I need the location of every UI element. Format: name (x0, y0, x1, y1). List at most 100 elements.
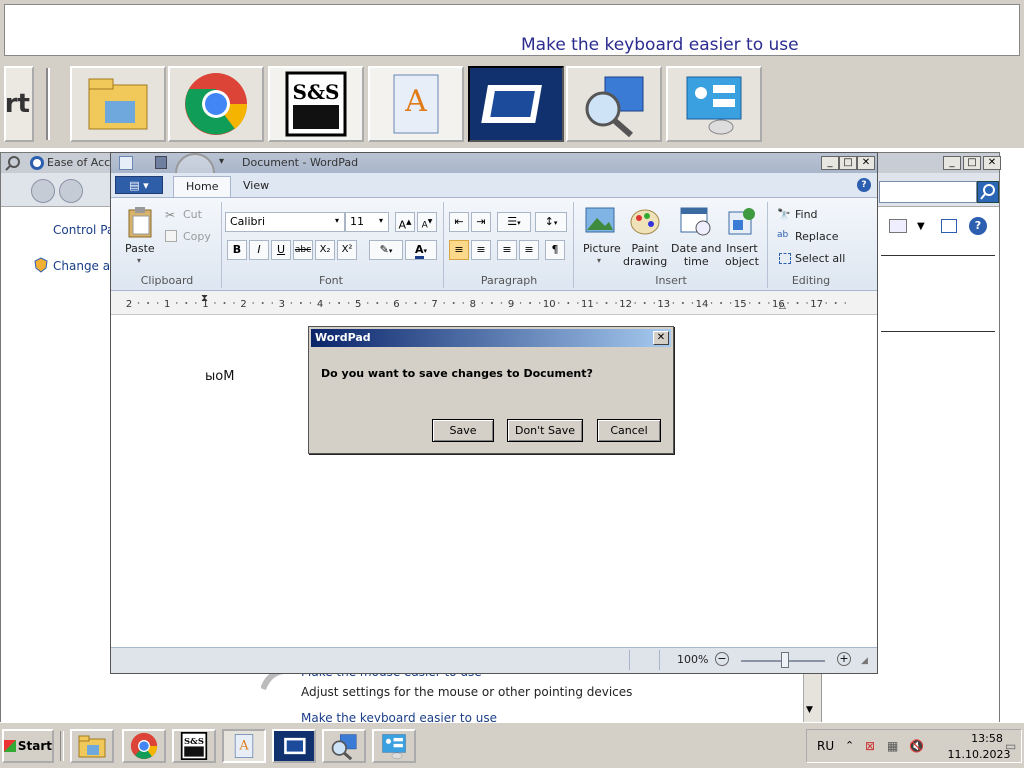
cp-maximize-button[interactable]: □ (963, 156, 981, 170)
ruler-tick (758, 302, 761, 304)
volume-muted-icon[interactable]: 🔇 (909, 739, 924, 753)
help-icon[interactable]: ? (969, 217, 987, 235)
align-center-button[interactable]: ≡ (471, 240, 491, 260)
magnified-start-button: rt (4, 66, 34, 142)
forward-button[interactable] (59, 179, 83, 203)
ruler-tick (309, 302, 312, 304)
highlight-color-button[interactable]: ✎▾ (369, 240, 403, 260)
save-button[interactable]: Save (432, 419, 494, 442)
ruler-tick (681, 302, 684, 304)
text-color-button[interactable]: A▾ (405, 240, 437, 260)
copy-button[interactable]: Copy (183, 230, 211, 243)
select-all-button[interactable]: Select all (795, 252, 845, 265)
date-time-icon[interactable] (679, 206, 711, 236)
show-hidden-icons-icon[interactable]: ⌃ (845, 739, 854, 752)
cp-close-button[interactable]: ✕ (983, 156, 1001, 170)
dont-save-button[interactable]: Don't Save (507, 419, 583, 442)
magnifier-text-area: Make the keyboard easier to use (4, 4, 1020, 56)
file-menu-button[interactable]: ▤ ▾ (115, 176, 163, 194)
zoom-slider-thumb[interactable] (781, 652, 789, 668)
wp-close-button[interactable]: ✕ (857, 156, 875, 170)
cut-button[interactable]: Cut (183, 208, 202, 221)
cp-search-button[interactable] (977, 181, 999, 203)
taskbar-remote-desktop[interactable] (272, 729, 316, 763)
underline-button[interactable]: U (271, 240, 291, 260)
right-indent-marker-icon[interactable]: △ (779, 301, 786, 311)
zoom-in-button[interactable]: + (837, 652, 851, 666)
taskbar-control-panel[interactable] (372, 729, 416, 763)
zoom-out-button[interactable]: − (715, 652, 729, 666)
paste-icon[interactable] (127, 206, 153, 238)
indent-marker-icon[interactable]: ⧗ (201, 293, 208, 304)
network-icon[interactable]: ▦ (887, 739, 898, 753)
ruler-tick (233, 302, 235, 304)
network-warning-icon[interactable]: ⊠ (865, 739, 875, 753)
taskbar-magnifier[interactable] (322, 729, 366, 763)
picture-dropdown-icon[interactable]: ▾ (597, 256, 601, 265)
strikethrough-button[interactable]: abc (293, 240, 313, 260)
find-button[interactable]: Find (795, 208, 818, 221)
ruler[interactable]: 2 1 1 2 3 4 5 6 7 8 9 10 11 12 13 14 15 16 17 ⧗ △ (111, 291, 877, 315)
cp-scrollbar[interactable]: ▼ (803, 671, 821, 723)
resize-grip-icon[interactable]: ◢ (861, 656, 868, 666)
picture-icon[interactable] (585, 206, 615, 234)
paragraph-settings-button[interactable]: ¶ (545, 240, 565, 260)
date-time-button[interactable]: Date and time (671, 242, 721, 268)
back-button[interactable] (31, 179, 55, 203)
insert-object-button[interactable]: Insert object (725, 242, 759, 268)
grow-font-button[interactable]: A▲ (395, 212, 415, 232)
replace-button[interactable]: Replace (795, 230, 839, 243)
align-right-button[interactable]: ≡ (497, 240, 517, 260)
font-size-dropdown-icon[interactable]: ▾ (379, 216, 383, 225)
align-left-button[interactable]: ≡ (449, 240, 469, 260)
language-indicator[interactable]: RU (817, 739, 834, 753)
taskbar-chrome[interactable] (122, 729, 166, 763)
ruler-tick (299, 302, 302, 304)
show-desktop-icon[interactable]: ▭ (1005, 739, 1016, 753)
wp-minimize-button[interactable]: _ (821, 156, 839, 170)
ruler-scale: 2 1 1 2 3 4 5 6 7 8 9 10 11 12 13 14 15 16 17 (126, 299, 846, 310)
view-dropdown-icon[interactable]: ▼ (917, 221, 925, 232)
paste-button[interactable]: Paste (125, 242, 155, 255)
taskbar-explorer[interactable] (70, 729, 114, 763)
insert-object-icon[interactable] (727, 206, 757, 236)
save-icon[interactable] (155, 156, 167, 169)
start-button[interactable]: Start (2, 729, 54, 763)
dialog-close-button[interactable]: ✕ (653, 331, 669, 345)
italic-button[interactable]: I (249, 240, 269, 260)
subscript-button[interactable]: X₂ (315, 240, 335, 260)
scroll-down-icon[interactable]: ▼ (806, 705, 813, 715)
tab-view[interactable]: View (231, 176, 281, 197)
quick-access-dropdown-icon[interactable]: ▾ (219, 156, 224, 167)
font-family-dropdown-icon[interactable]: ▾ (335, 216, 339, 225)
justify-button[interactable]: ≡ (519, 240, 539, 260)
font-family-select[interactable]: Calibri (225, 212, 345, 232)
taskbar-ss-app[interactable]: S&S (172, 729, 216, 763)
cp-minimize-button[interactable]: _ (943, 156, 961, 170)
picture-button[interactable]: Picture (583, 242, 621, 255)
start-label: Start (17, 739, 52, 753)
view-options-icon[interactable] (889, 219, 907, 233)
magnified-wordpad-icon: A (368, 66, 464, 142)
increase-indent-button[interactable]: ⇥ (471, 212, 491, 232)
bold-button[interactable]: B (227, 240, 247, 260)
ruler-tick (749, 302, 751, 304)
paint-drawing-icon[interactable] (629, 206, 661, 236)
decrease-indent-button[interactable]: ⇤ (449, 212, 469, 232)
group-separator (767, 202, 768, 288)
ruler-tick (558, 302, 560, 304)
paste-dropdown-icon[interactable]: ▾ (137, 256, 141, 265)
shrink-font-button[interactable]: A▼ (417, 212, 437, 232)
list-button[interactable]: ☰▾ (497, 212, 531, 232)
svg-text:S&S: S&S (293, 80, 340, 104)
paint-drawing-button[interactable]: Paint drawing (623, 242, 667, 268)
wp-maximize-button[interactable]: □ (839, 156, 857, 170)
preview-pane-icon[interactable] (941, 219, 957, 233)
help-icon[interactable]: ? (857, 178, 871, 192)
taskbar-wordpad[interactable]: A (222, 729, 266, 763)
superscript-button[interactable]: X² (337, 240, 357, 260)
cancel-button[interactable]: Cancel (597, 419, 661, 442)
tab-home[interactable]: Home (173, 176, 232, 197)
line-spacing-button[interactable]: ↕▾ (535, 212, 567, 232)
cp-search-input[interactable] (879, 181, 977, 203)
